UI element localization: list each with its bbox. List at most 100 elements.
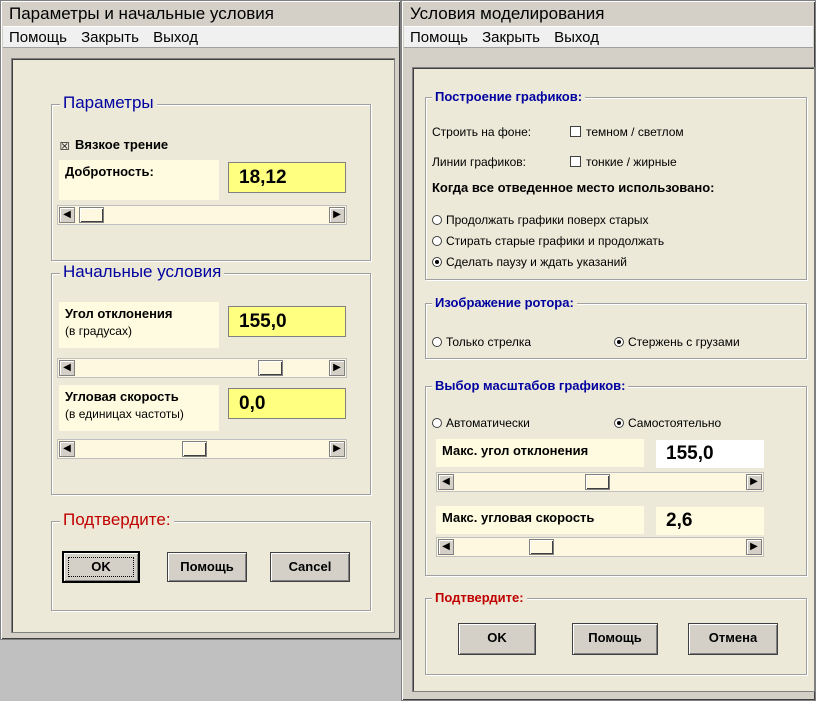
ok-button[interactable]: OK xyxy=(62,551,140,583)
simulation-client: Построение графиков: Строить на фоне: те… xyxy=(412,67,815,692)
scroll-right-arrow-icon[interactable]: ▶ xyxy=(329,441,345,457)
menu-close[interactable]: Закрыть xyxy=(81,29,139,46)
scroll-right-arrow-icon[interactable]: ▶ xyxy=(329,360,345,376)
scroll-thumb[interactable] xyxy=(79,207,104,223)
radio-continue-over-label: Продолжать графики поверх старых xyxy=(446,213,649,227)
left-confirm-group: Подтвердите: OK Помощь Cancel xyxy=(51,510,371,611)
scroll-right-arrow-icon[interactable]: ▶ xyxy=(329,207,345,223)
max-speed-value[interactable]: 2,6 xyxy=(656,507,764,535)
angle-units: (в градусах) xyxy=(65,324,132,338)
lines-label: Линии графиков: xyxy=(432,155,527,169)
radio-selected-icon xyxy=(614,418,624,428)
simulation-menubar: Помощь Закрыть Выход xyxy=(404,26,813,48)
params-menubar: Помощь Закрыть Выход xyxy=(3,26,398,48)
cancel-button[interactable]: Cancel xyxy=(270,552,350,582)
menu-help[interactable]: Помощь xyxy=(410,29,468,46)
speed-scrollbar[interactable]: ◀ ▶ xyxy=(57,439,347,459)
params-group: Параметры ☒ Вязкое трение Добротность: 18… xyxy=(51,93,371,261)
angle-label: Угол отклонения (в градусах) xyxy=(59,302,219,348)
radio-pause-wait-label: Сделать паузу и ждать указаний xyxy=(446,255,627,269)
q-factor-scrollbar[interactable]: ◀ ▶ xyxy=(57,205,347,225)
viscous-friction-checkbox[interactable]: ☒ Вязкое трение xyxy=(59,137,169,154)
scroll-right-arrow-icon[interactable]: ▶ xyxy=(746,539,762,555)
radio-rod-weights[interactable]: Стержень с грузами xyxy=(614,335,740,349)
speed-label-text: Угловая скорость xyxy=(65,389,179,404)
radio-automatic-label: Автоматически xyxy=(446,416,530,430)
radio-erase-continue[interactable]: Стирать старые графики и продолжать xyxy=(432,234,664,248)
radio-automatic[interactable]: Автоматически xyxy=(432,416,530,430)
angle-value[interactable]: 155,0 xyxy=(228,306,346,337)
background-option: темном / светлом xyxy=(586,125,684,139)
angle-label-text: Угол отклонения xyxy=(65,306,173,321)
lines-checkbox[interactable]: тонкие / жирные xyxy=(570,155,677,169)
params-window-title: Параметры и начальные условия xyxy=(3,3,398,25)
background-checkbox[interactable]: темном / светлом xyxy=(570,125,684,139)
right-confirm-legend: Подтвердите: xyxy=(432,590,527,605)
simulation-window-title: Условия моделирования xyxy=(404,3,813,25)
max-angle-scrollbar[interactable]: ◀ ▶ xyxy=(436,472,764,492)
scroll-thumb[interactable] xyxy=(585,474,610,490)
speed-value[interactable]: 0,0 xyxy=(228,388,346,419)
radio-manual[interactable]: Самостоятельно xyxy=(614,416,721,430)
menu-exit[interactable]: Выход xyxy=(153,29,198,46)
params-window: Параметры и начальные условия Помощь Зак… xyxy=(0,0,401,640)
left-confirm-legend: Подтвердите: xyxy=(60,510,174,530)
checkbox-icon xyxy=(570,126,581,137)
scroll-left-arrow-icon[interactable]: ◀ xyxy=(438,539,454,555)
ok-button[interactable]: OK xyxy=(458,623,536,655)
menu-help[interactable]: Помощь xyxy=(9,29,67,46)
max-speed-scrollbar[interactable]: ◀ ▶ xyxy=(436,537,764,557)
params-legend: Параметры xyxy=(60,93,157,113)
max-speed-label: Макс. угловая скорость xyxy=(436,506,644,534)
viscous-friction-label: Вязкое трение xyxy=(75,137,169,152)
background-label: Строить на фоне: xyxy=(432,125,532,139)
menu-close[interactable]: Закрыть xyxy=(482,29,540,46)
radio-icon xyxy=(432,236,442,246)
checkbox-checked-icon: ☒ xyxy=(59,141,70,153)
rotor-legend: Изображение ротора: xyxy=(432,295,577,310)
scroll-thumb[interactable] xyxy=(182,441,207,457)
help-button[interactable]: Помощь xyxy=(167,552,247,582)
checkbox-icon xyxy=(570,156,581,167)
lines-option: тонкие / жирные xyxy=(586,155,677,169)
radio-selected-icon xyxy=(432,257,442,267)
radio-icon xyxy=(432,418,442,428)
radio-rod-weights-label: Стержень с грузами xyxy=(628,335,740,349)
radio-erase-continue-label: Стирать старые графики и продолжать xyxy=(446,234,665,248)
cancel-button[interactable]: Отмена xyxy=(688,623,778,655)
scroll-right-arrow-icon[interactable]: ▶ xyxy=(746,474,762,490)
desktop-area xyxy=(0,640,401,701)
q-factor-value[interactable]: 18,12 xyxy=(228,162,346,193)
radio-pause-wait[interactable]: Сделать паузу и ждать указаний xyxy=(432,255,627,269)
when-full-label: Когда все отведенное место использовано: xyxy=(432,180,715,195)
scales-group: Выбор масштабов графиков: Автоматически … xyxy=(425,378,807,576)
right-confirm-group: Подтвердите: OK Помощь Отмена xyxy=(425,590,807,675)
help-button[interactable]: Помощь xyxy=(572,623,658,655)
radio-manual-label: Самостоятельно xyxy=(628,416,722,430)
radio-continue-over[interactable]: Продолжать графики поверх старых xyxy=(432,213,649,227)
radio-icon xyxy=(432,215,442,225)
max-angle-value[interactable]: 155,0 xyxy=(656,440,764,468)
scroll-left-arrow-icon[interactable]: ◀ xyxy=(59,207,75,223)
scroll-left-arrow-icon[interactable]: ◀ xyxy=(59,360,75,376)
radio-icon xyxy=(432,337,442,347)
scales-legend: Выбор масштабов графиков: xyxy=(432,378,629,393)
params-client: Параметры ☒ Вязкое трение Добротность: 18… xyxy=(11,58,395,633)
scroll-thumb[interactable] xyxy=(529,539,554,555)
simulation-window: Условия моделирования Помощь Закрыть Вых… xyxy=(401,0,816,701)
rotor-group: Изображение ротора: Только стрелка Стерж… xyxy=(425,295,807,359)
scroll-thumb[interactable] xyxy=(258,360,283,376)
angle-scrollbar[interactable]: ◀ ▶ xyxy=(57,358,347,378)
initial-conditions-legend: Начальные условия xyxy=(60,262,225,282)
scroll-left-arrow-icon[interactable]: ◀ xyxy=(59,441,75,457)
plots-group: Построение графиков: Строить на фоне: те… xyxy=(425,89,807,280)
menu-exit[interactable]: Выход xyxy=(554,29,599,46)
initial-conditions-group: Начальные условия Угол отклонения (в гра… xyxy=(51,262,371,495)
radio-arrow-only[interactable]: Только стрелка xyxy=(432,335,531,349)
speed-units: (в единицах частоты) xyxy=(65,407,184,421)
radio-arrow-only-label: Только стрелка xyxy=(446,335,532,349)
scroll-left-arrow-icon[interactable]: ◀ xyxy=(438,474,454,490)
max-angle-label: Макс. угол отклонения xyxy=(436,439,644,467)
speed-label: Угловая скорость (в единицах частоты) xyxy=(59,385,219,431)
radio-selected-icon xyxy=(614,337,624,347)
